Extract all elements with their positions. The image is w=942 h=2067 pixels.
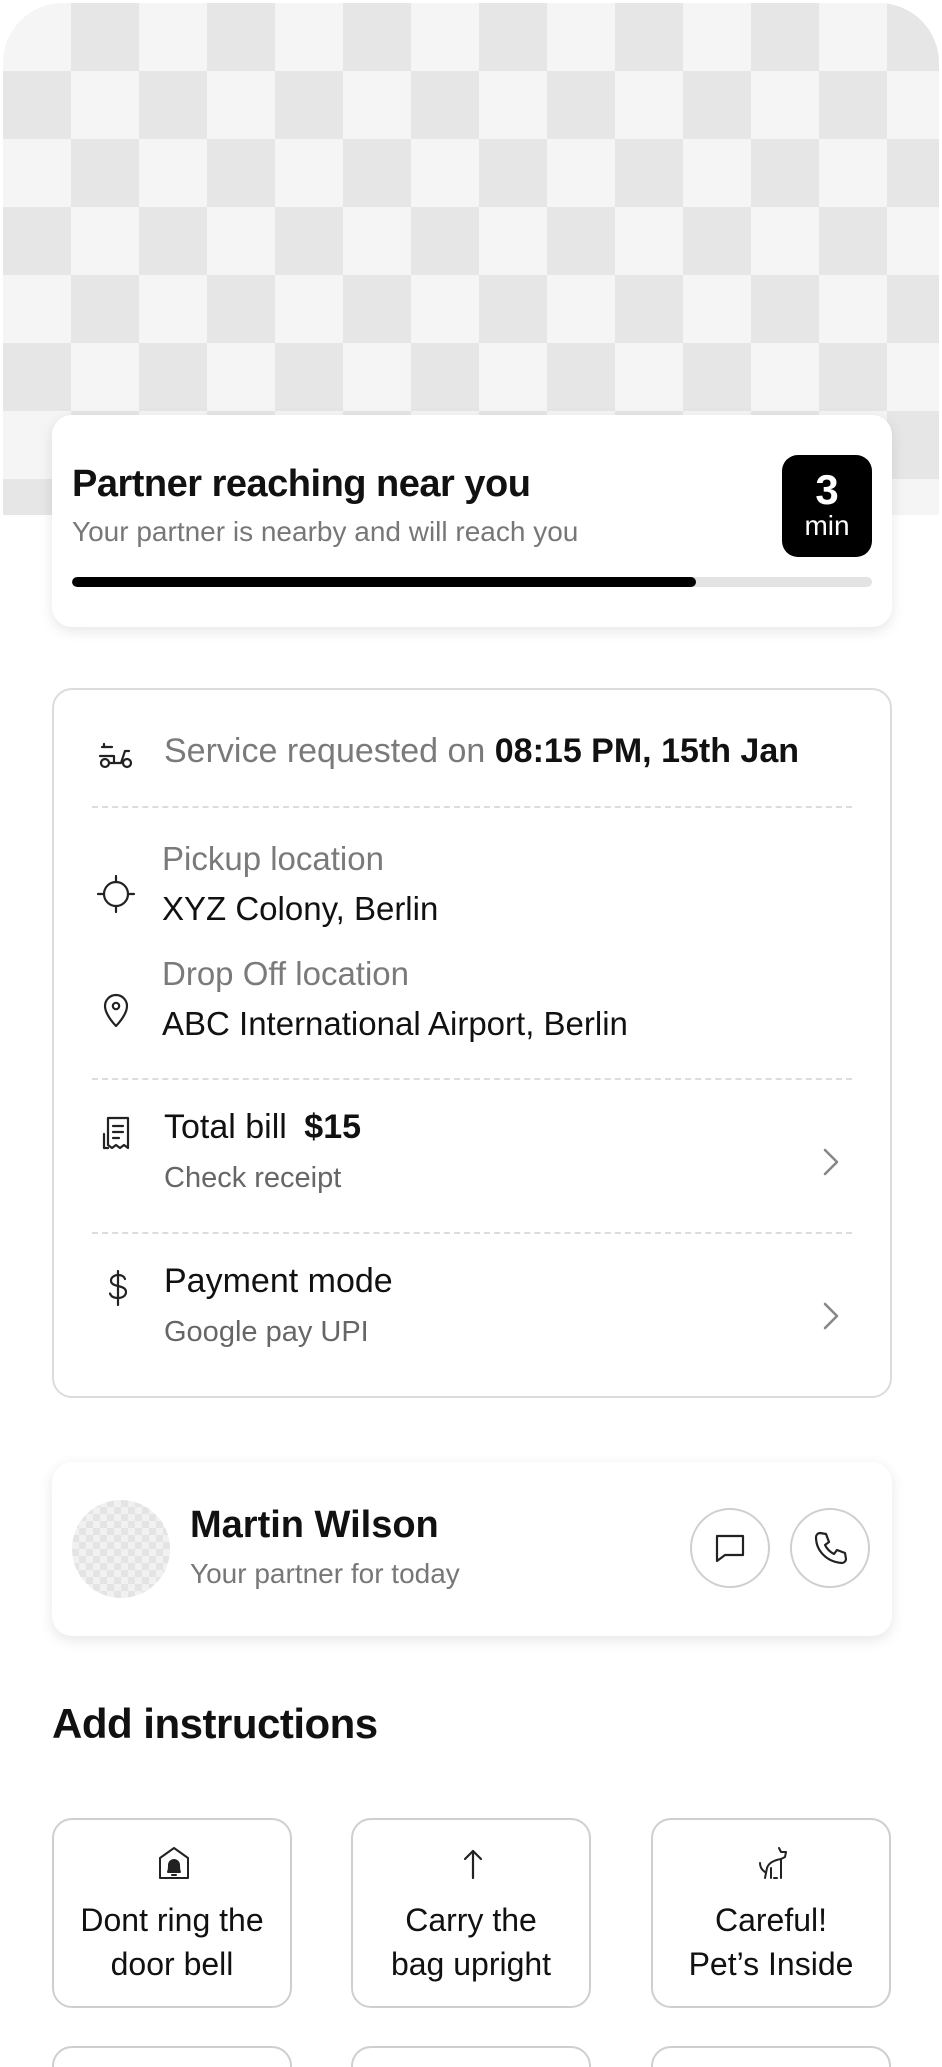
message-button[interactable] (690, 1508, 770, 1588)
divider (92, 1078, 852, 1080)
instruction-tile-partial[interactable] (52, 2046, 292, 2067)
service-details-card: Service requested on 08:15 PM, 15th Jan … (52, 688, 892, 1398)
location-pin-icon (103, 993, 129, 1028)
instruction-line: Dont ring the (80, 1902, 264, 1938)
chevron-right-icon[interactable] (816, 1142, 846, 1182)
partner-card: Martin Wilson Your partner for today (52, 1462, 892, 1636)
dropoff-row: Drop Off location ABC International Airp… (54, 955, 890, 1055)
doorbell-icon (159, 1847, 189, 1879)
instruction-tile-carry-upright[interactable]: Carry the bag upright (351, 1818, 591, 2008)
crosshair-icon (96, 874, 136, 914)
instruction-line: Carry the (405, 1902, 537, 1938)
chat-icon (715, 1534, 745, 1563)
instruction-text: Carry the bag upright (361, 1898, 581, 1986)
instruction-tile-partial[interactable] (651, 2046, 891, 2067)
dropoff-value: ABC International Airport, Berlin (162, 1005, 628, 1042)
instruction-text: Careful! Pet’s Inside (661, 1898, 881, 1986)
partner-name: Martin Wilson (190, 1504, 439, 1546)
avatar (72, 1500, 170, 1598)
instruction-tile-partial[interactable] (351, 2046, 591, 2067)
eta-unit: min (804, 510, 850, 541)
scooter-icon (98, 742, 133, 769)
check-receipt-link[interactable]: Check receipt (164, 1162, 341, 1195)
service-requested-text: Service requested on 08:15 PM, 15th Jan (164, 732, 799, 771)
service-requested-prefix: Service requested on (164, 732, 486, 770)
pickup-value: XYZ Colony, Berlin (162, 890, 439, 927)
instruction-line: bag upright (390, 1946, 552, 1982)
instruction-tile-pet-inside[interactable]: Careful! Pet’s Inside (651, 1818, 891, 2008)
payment-mode-row[interactable]: Payment mode Google pay UPI (54, 1262, 890, 1372)
divider (92, 1232, 852, 1234)
instruction-line: door bell (110, 1946, 234, 1982)
total-bill-row[interactable]: Total bill $15 Check receipt (54, 1108, 890, 1218)
eta-card: Partner reaching near you Your partner i… (52, 415, 892, 627)
call-button[interactable] (790, 1508, 870, 1588)
pickup-label: Pickup location (162, 840, 384, 877)
eta-badge: 3 min (782, 455, 872, 557)
eta-subtitle: Your partner is nearby and will reach yo… (72, 516, 579, 547)
payment-mode-label: Payment mode (164, 1262, 393, 1300)
instruction-tile-doorbell[interactable]: Dont ring the door bell (52, 1818, 292, 2008)
instruction-line: Careful! (714, 1902, 828, 1938)
total-bill-label: Total bill (164, 1108, 287, 1146)
instruction-line: Pet’s Inside (688, 1946, 854, 1982)
partner-subtitle: Your partner for today (190, 1558, 460, 1589)
eta-progress-fill (72, 577, 696, 587)
dollar-icon (108, 1269, 128, 1307)
phone-icon (814, 1531, 848, 1565)
total-bill-title: Total bill $15 (164, 1108, 361, 1147)
add-instructions-title: Add instructions (52, 1700, 378, 1747)
arrow-up-icon (463, 1849, 483, 1880)
dog-icon (759, 1847, 787, 1879)
divider (92, 806, 852, 808)
total-bill-amount: $15 (304, 1108, 362, 1146)
instruction-text: Dont ring the door bell (62, 1898, 282, 1986)
dropoff-label: Drop Off location (162, 955, 410, 992)
receipt-icon (102, 1116, 130, 1150)
eta-minutes: 3 (815, 466, 839, 513)
chevron-right-icon[interactable] (816, 1296, 846, 1336)
service-requested-time: 08:15 PM, 15th Jan (494, 732, 800, 770)
eta-title: Partner reaching near you (72, 463, 531, 505)
pickup-row: Pickup location XYZ Colony, Berlin (54, 840, 890, 940)
service-requested-row: Service requested on 08:15 PM, 15th Jan (54, 730, 890, 780)
eta-progress-bar (72, 577, 872, 587)
payment-mode-value: Google pay UPI (164, 1316, 369, 1348)
